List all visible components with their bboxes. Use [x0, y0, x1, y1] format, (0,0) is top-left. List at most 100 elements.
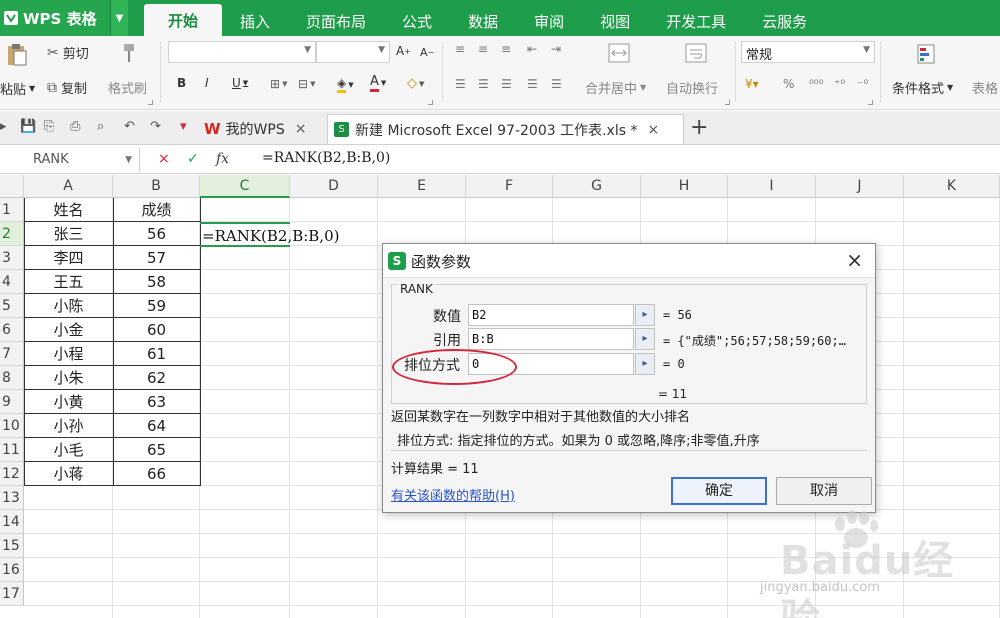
- name-cell[interactable]: 小朱: [24, 366, 113, 390]
- close-icon[interactable]: ×: [846, 248, 863, 272]
- cancel-button[interactable]: 取消: [776, 477, 872, 505]
- formula-input[interactable]: =RANK(B2,B:B,0): [262, 150, 390, 166]
- font-name-combo[interactable]: ▼: [168, 41, 316, 63]
- bold-button[interactable]: B: [177, 76, 186, 90]
- name-cell[interactable]: 王五: [24, 270, 113, 294]
- column-header[interactable]: I: [728, 175, 816, 198]
- ok-button[interactable]: 确定: [671, 477, 767, 505]
- paste-icon[interactable]: [4, 42, 30, 68]
- thousands-icon[interactable]: ⁰⁰⁰: [809, 77, 823, 91]
- font-color-button[interactable]: A ▼: [370, 74, 386, 92]
- menu-tab[interactable]: 云服务: [744, 6, 825, 36]
- format-painter-button[interactable]: 格式刷: [108, 78, 147, 97]
- percent-button[interactable]: %: [783, 77, 794, 91]
- column-header[interactable]: G: [553, 175, 641, 198]
- row-header[interactable]: 16: [0, 558, 24, 582]
- menu-tab[interactable]: 开始: [144, 4, 223, 36]
- font-grow-button[interactable]: A +: [396, 44, 411, 58]
- header-cell-score[interactable]: 成绩: [113, 198, 200, 222]
- tab-excel-workbook[interactable]: S 新建 Microsoft Excel 97-2003 工作表.xls * ×: [327, 114, 684, 144]
- column-header[interactable]: H: [641, 175, 728, 198]
- score-cell[interactable]: 66: [113, 462, 200, 486]
- align-right-icon[interactable]: ☰: [501, 77, 512, 91]
- format-painter-icon[interactable]: [118, 42, 140, 64]
- copy-button[interactable]: ⧉ 复制: [47, 78, 87, 98]
- row-header[interactable]: 10: [0, 414, 24, 438]
- merge-border-icon[interactable]: ⊟ ▼: [298, 77, 315, 91]
- paste-button[interactable]: 粘贴 ▼: [0, 79, 35, 98]
- align-top-icon[interactable]: ≡: [455, 42, 465, 56]
- undo-icon[interactable]: ↶: [124, 119, 135, 134]
- name-cell[interactable]: 小蒋: [24, 462, 113, 486]
- underline-button[interactable]: U ▼: [232, 76, 248, 90]
- align-center-icon[interactable]: ☰: [478, 77, 489, 91]
- name-cell[interactable]: 小金: [24, 318, 113, 342]
- table-style-button[interactable]: 表格: [972, 78, 998, 97]
- font-size-combo[interactable]: ▼: [316, 41, 390, 63]
- dialog-title-bar[interactable]: S 函数参数 ×: [383, 244, 875, 278]
- column-header[interactable]: D: [290, 175, 378, 198]
- name-cell[interactable]: 小程: [24, 342, 113, 366]
- tab-my-wps[interactable]: W 我的WPS ×: [204, 114, 306, 144]
- conditional-format-button[interactable]: 条件格式 ▼: [892, 78, 953, 97]
- column-header[interactable]: B: [113, 175, 200, 198]
- header-cell-name[interactable]: 姓名: [24, 198, 113, 222]
- name-cell[interactable]: 小黄: [24, 390, 113, 414]
- print-preview-icon[interactable]: ⌕: [97, 119, 104, 134]
- menu-tab[interactable]: 开发工具: [648, 6, 744, 36]
- score-cell[interactable]: 60: [113, 318, 200, 342]
- row-header[interactable]: 5: [0, 294, 24, 318]
- increase-decimal-icon[interactable]: ⁺⁰: [834, 77, 845, 91]
- font-shrink-button[interactable]: A −: [420, 46, 434, 59]
- row-header[interactable]: 11: [0, 438, 24, 462]
- clear-format-icon[interactable]: ◇ ▼: [407, 76, 424, 91]
- row-header[interactable]: 12: [0, 462, 24, 486]
- confirm-edit-button[interactable]: ✓: [187, 151, 199, 167]
- menu-tab[interactable]: 公式: [384, 6, 450, 36]
- collapse-dialog-icon[interactable]: ▸: [635, 328, 655, 350]
- column-header[interactable]: K: [904, 175, 1000, 198]
- score-cell[interactable]: 57: [113, 246, 200, 270]
- redo-icon[interactable]: ↷: [150, 119, 161, 134]
- align-middle-icon[interactable]: ≡: [478, 42, 488, 56]
- justify-icon[interactable]: ☰: [527, 77, 538, 91]
- indent-decrease-icon[interactable]: ⇤: [527, 42, 537, 56]
- distribute-icon[interactable]: ☰: [551, 77, 562, 91]
- column-header[interactable]: A: [24, 175, 113, 198]
- customize-qa-icon[interactable]: ▾: [180, 119, 187, 134]
- brand-dropdown-arrow-icon[interactable]: ▼: [110, 0, 128, 36]
- border-icon[interactable]: ⊞ ▼: [270, 77, 287, 91]
- cancel-edit-button[interactable]: ×: [158, 151, 170, 167]
- row-header[interactable]: 9: [0, 390, 24, 414]
- menu-tab[interactable]: 审阅: [516, 6, 582, 36]
- insert-function-button[interactable]: fx: [216, 151, 229, 167]
- merge-center-button[interactable]: 合并居中 ▼: [585, 78, 646, 97]
- name-box[interactable]: RANK ▼: [0, 148, 140, 172]
- wrap-text-button[interactable]: 自动换行: [666, 78, 718, 97]
- score-cell[interactable]: 64: [113, 414, 200, 438]
- row-header[interactable]: 13: [0, 486, 24, 510]
- collapse-dialog-icon[interactable]: ▸: [635, 304, 655, 326]
- fill-color-icon[interactable]: ◈ ▼: [337, 76, 354, 93]
- row-header[interactable]: 6: [0, 318, 24, 342]
- save-icon[interactable]: 💾: [20, 119, 36, 134]
- arg-input-ref[interactable]: B:B: [468, 328, 634, 350]
- name-cell[interactable]: 小陈: [24, 294, 113, 318]
- column-header[interactable]: J: [816, 175, 904, 198]
- close-icon[interactable]: ×: [647, 122, 659, 138]
- decrease-decimal-icon[interactable]: ⁻⁰: [857, 77, 868, 91]
- row-header[interactable]: 3: [0, 246, 24, 270]
- column-header[interactable]: F: [466, 175, 553, 198]
- score-cell[interactable]: 62: [113, 366, 200, 390]
- column-header[interactable]: E: [378, 175, 466, 198]
- cell-editing-text[interactable]: =RANK(B2,B:B,0): [202, 224, 339, 248]
- name-cell[interactable]: 张三: [24, 222, 113, 246]
- italic-button[interactable]: I: [205, 76, 209, 90]
- conditional-format-icon[interactable]: [915, 43, 937, 65]
- score-cell[interactable]: 63: [113, 390, 200, 414]
- export-pdf-icon[interactable]: ⎘: [44, 119, 54, 134]
- row-header[interactable]: 1: [0, 198, 24, 222]
- row-header[interactable]: 2: [0, 222, 24, 246]
- row-header[interactable]: 14: [0, 510, 24, 534]
- close-icon[interactable]: ×: [295, 121, 307, 137]
